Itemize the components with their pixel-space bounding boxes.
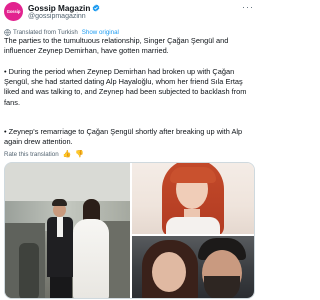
author-handle[interactable]: @gossipmagazinn	[28, 13, 86, 20]
avatar[interactable]: Gossip	[4, 2, 23, 21]
rate-translation: Rate this translation 👍 👎	[4, 150, 84, 159]
tweet-paragraph-3: • Zeynep's remarriage to Çağan Şengül sh…	[4, 127, 243, 147]
author-name-row: Gossip Magazin	[28, 3, 100, 13]
tweet-paragraph-2: • During the period when Zeynep Demirhan…	[4, 67, 247, 107]
show-original-link[interactable]: Show original	[82, 29, 119, 36]
thumbs-up-icon[interactable]: 👍	[63, 150, 72, 158]
author-display-name[interactable]: Gossip Magazin	[28, 4, 90, 13]
globe-icon	[4, 28, 11, 36]
tweet-header: Gossip Gossip Magazin @gossipmagazinn ··…	[4, 2, 254, 22]
media-grid[interactable]	[4, 162, 255, 299]
translation-notice: Translated from Turkish Show original	[4, 28, 119, 36]
thumbs-down-icon[interactable]: 👎	[75, 150, 84, 158]
verified-badge-icon	[92, 4, 100, 12]
couple-photo-bottom[interactable]	[132, 236, 254, 298]
more-options-icon[interactable]: ···	[242, 3, 254, 12]
tweet-paragraph-1: The parties to the tumultuous relationsh…	[4, 36, 229, 56]
portrait-photo-top[interactable]	[132, 163, 254, 234]
wedding-photo[interactable]	[5, 163, 130, 298]
rate-translation-label: Rate this translation	[4, 150, 59, 158]
translation-label: Translated from Turkish	[13, 28, 78, 36]
